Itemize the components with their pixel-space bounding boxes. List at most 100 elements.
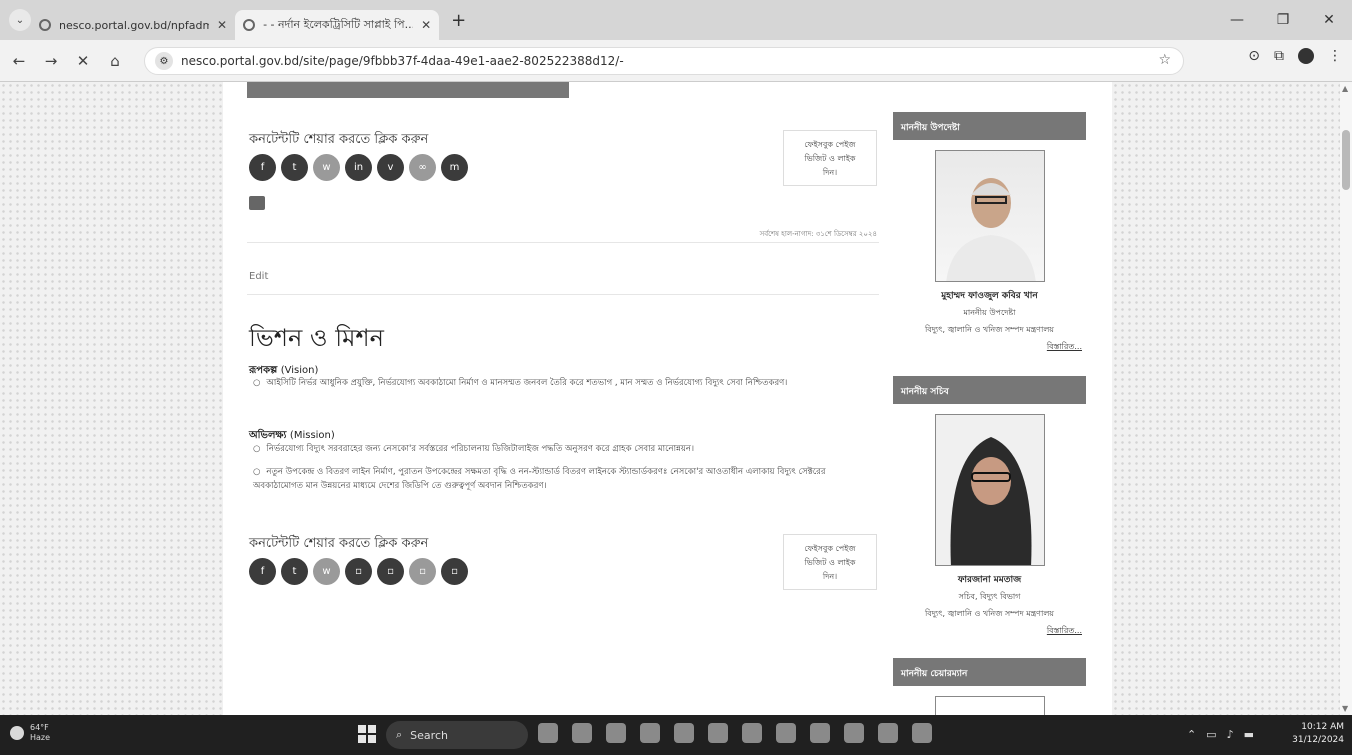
url-text: nesco.portal.gov.bd/site/page/9fbbb37f-4… — [181, 54, 624, 68]
close-window-icon[interactable]: ✕ — [1306, 12, 1352, 28]
scroll-down-icon[interactable]: ▼ — [1342, 704, 1348, 713]
app-icon[interactable] — [878, 723, 898, 743]
viber-icon[interactable]: v — [377, 154, 404, 181]
adviser-details-link[interactable]: বিস্তারিত... — [893, 341, 1086, 354]
fb-line: দিন। — [822, 168, 838, 177]
bookmark-star-icon[interactable]: ☆ — [1158, 52, 1171, 68]
start-button[interactable] — [358, 725, 376, 743]
tab-2[interactable]: - - নর্দান ইলেকট্রিসিটি সাপ্লাই পি... ✕ — [235, 10, 440, 40]
fb-line: ভিজিট ও লাইক — [804, 558, 856, 567]
home-icon[interactable]: ⌂ — [102, 52, 128, 70]
secretary-details-link[interactable]: বিস্তারিত... — [893, 625, 1086, 638]
system-tray: ⌃ ▭ ♪ ▬ — [1187, 728, 1254, 741]
print-icon[interactable] — [249, 196, 265, 210]
battery-icon[interactable]: ▬ — [1244, 728, 1254, 741]
bullet-icon: ○ — [253, 467, 261, 477]
secretary-name: ফারজানা মমতাজ — [957, 575, 1022, 585]
volume-icon[interactable]: ♪ — [1227, 728, 1234, 741]
vision-body: আইসিটি নির্ভর আধুনিক প্রযুক্তি, নির্ভরযো… — [266, 378, 788, 388]
adviser-ministry: বিদ্যুৎ, জ্বালানি ও খনিজ সম্পদ মন্ত্রণাল… — [924, 325, 1055, 334]
word-app-icon[interactable] — [912, 723, 932, 743]
app-icon[interactable] — [572, 723, 592, 743]
weather-widget[interactable]: 64°F Haze — [10, 723, 50, 743]
chevron-up-icon[interactable]: ⌃ — [1187, 728, 1196, 741]
windows-taskbar: 64°F Haze ⌕ Search ⌃ ▭ ♪ ▬ 10:12 AM 31/1… — [0, 715, 1352, 755]
mission-body-1: নির্ভরযোগ্য বিদ্যুৎ সরবরাহের জন্য নেসকো'… — [266, 444, 695, 454]
new-tab-button[interactable]: + — [451, 10, 466, 31]
twitter-icon[interactable]: t — [281, 154, 308, 181]
network-icon[interactable]: ▭ — [1206, 728, 1216, 741]
person-portrait-icon — [950, 437, 1031, 565]
stop-icon[interactable]: ✕ — [70, 52, 96, 70]
app-icon[interactable] — [844, 723, 864, 743]
back-icon[interactable]: ← — [6, 52, 32, 70]
linkedin-icon[interactable]: ▫ — [345, 558, 372, 585]
link-icon[interactable]: ∞ — [409, 154, 436, 181]
app-icon[interactable] — [640, 723, 660, 743]
adviser-header: মাননীয় উপদেষ্টা — [893, 112, 1086, 140]
tab-search-button[interactable]: ⌄ — [9, 9, 31, 31]
site-info-icon[interactable]: ⚙ — [155, 52, 173, 70]
clock-time: 10:12 AM — [1301, 722, 1344, 732]
tab-1[interactable]: nesco.portal.gov.bd/npfadmin... ✕ — [31, 10, 235, 40]
profile-avatar[interactable] — [1298, 48, 1314, 64]
minimize-icon[interactable]: — — [1214, 12, 1260, 28]
share-title: কনটেন্টটি শেয়ার করতে ক্লিক করুন — [249, 536, 429, 551]
facebook-icon[interactable]: f — [249, 558, 276, 585]
taskbar-search[interactable]: ⌕ Search — [386, 721, 528, 749]
secretary-photo — [934, 414, 1045, 566]
adviser-photo — [934, 150, 1045, 282]
main-content: কনটেন্টটি শেয়ার করতে ক্লিক করুন f t w i… — [223, 82, 1112, 715]
messenger-icon[interactable]: m — [441, 154, 468, 181]
twitter-icon[interactable]: t — [281, 558, 308, 585]
globe-icon — [39, 19, 51, 31]
extensions-icon[interactable]: ⊙ — [1248, 48, 1260, 64]
scroll-up-icon[interactable]: ▲ — [1342, 84, 1348, 93]
facebook-like-box[interactable]: ফেইসবুক পেইজ ভিজিট ও লাইক দিন। — [783, 534, 877, 590]
divider — [247, 242, 879, 243]
top-banner-fragment — [247, 82, 569, 98]
tab-2-title: - - নর্দান ইলেকট্রিসিটি সাপ্লাই পি... — [263, 17, 414, 31]
secretary-ministry: বিদ্যুৎ, জ্বালানি ও খনিজ সম্পদ মন্ত্রণাল… — [924, 609, 1055, 618]
facebook-like-box[interactable]: ফেইসবুক পেইজ ভিজিট ও লাইক দিন। — [783, 130, 877, 186]
mission-label-en: (Mission) — [289, 430, 335, 441]
share-title: কনটেন্টটি শেয়ার করতে ক্লিক করুন — [249, 132, 429, 147]
app-icon[interactable] — [538, 723, 558, 743]
linkedin-icon[interactable]: in — [345, 154, 372, 181]
whatsapp-icon[interactable]: w — [313, 154, 340, 181]
fb-line: দিন। — [822, 572, 838, 581]
close-tab-icon[interactable]: ✕ — [217, 18, 227, 32]
vision-label-bn: রূপকল্প — [249, 365, 278, 376]
app-icon[interactable] — [606, 723, 626, 743]
divider — [247, 294, 879, 295]
window-controls: — ❐ ✕ — [1214, 0, 1352, 40]
app-icon[interactable] — [708, 723, 728, 743]
app-icon[interactable] — [810, 723, 830, 743]
vision-label-en: (Vision) — [280, 365, 319, 376]
scrollbar-thumb[interactable] — [1342, 130, 1350, 190]
viber-icon[interactable]: ▫ — [377, 558, 404, 585]
facebook-icon[interactable]: f — [249, 154, 276, 181]
weather-icon — [10, 726, 24, 740]
messenger-icon[interactable]: ▫ — [441, 558, 468, 585]
page-scrollbar[interactable]: ▲ ▼ — [1340, 82, 1352, 715]
whatsapp-icon[interactable]: w — [313, 558, 340, 585]
weather-temp: 64°F — [30, 723, 49, 732]
forward-icon[interactable]: → — [38, 52, 64, 70]
taskbar-clock[interactable]: 10:12 AM 31/12/2024 — [1292, 721, 1344, 747]
menu-icon[interactable]: ⋮ — [1328, 48, 1342, 64]
link-icon[interactable]: ▫ — [409, 558, 436, 585]
edit-link[interactable]: Edit — [249, 271, 268, 282]
app-icon[interactable] — [674, 723, 694, 743]
close-tab-icon[interactable]: ✕ — [421, 18, 431, 32]
browser-tab-bar: ⌄ nesco.portal.gov.bd/npfadmin... ✕ - - … — [0, 0, 1352, 40]
taskbar-apps — [538, 723, 932, 743]
share-icons: f t w ▫ ▫ ▫ ▫ — [249, 558, 468, 585]
restore-icon[interactable]: ❐ — [1260, 12, 1306, 28]
address-bar[interactable]: ⚙ nesco.portal.gov.bd/site/page/9fbbb37f… — [144, 47, 1184, 75]
puzzle-icon[interactable]: ⧉ — [1274, 48, 1284, 64]
secretary-title: সচিব, বিদ্যুৎ বিভাগ — [958, 592, 1021, 601]
chairman-header: মাননীয় চেয়ারম্যান — [893, 658, 1086, 686]
browser-app-icon[interactable] — [742, 723, 762, 743]
app-icon[interactable] — [776, 723, 796, 743]
